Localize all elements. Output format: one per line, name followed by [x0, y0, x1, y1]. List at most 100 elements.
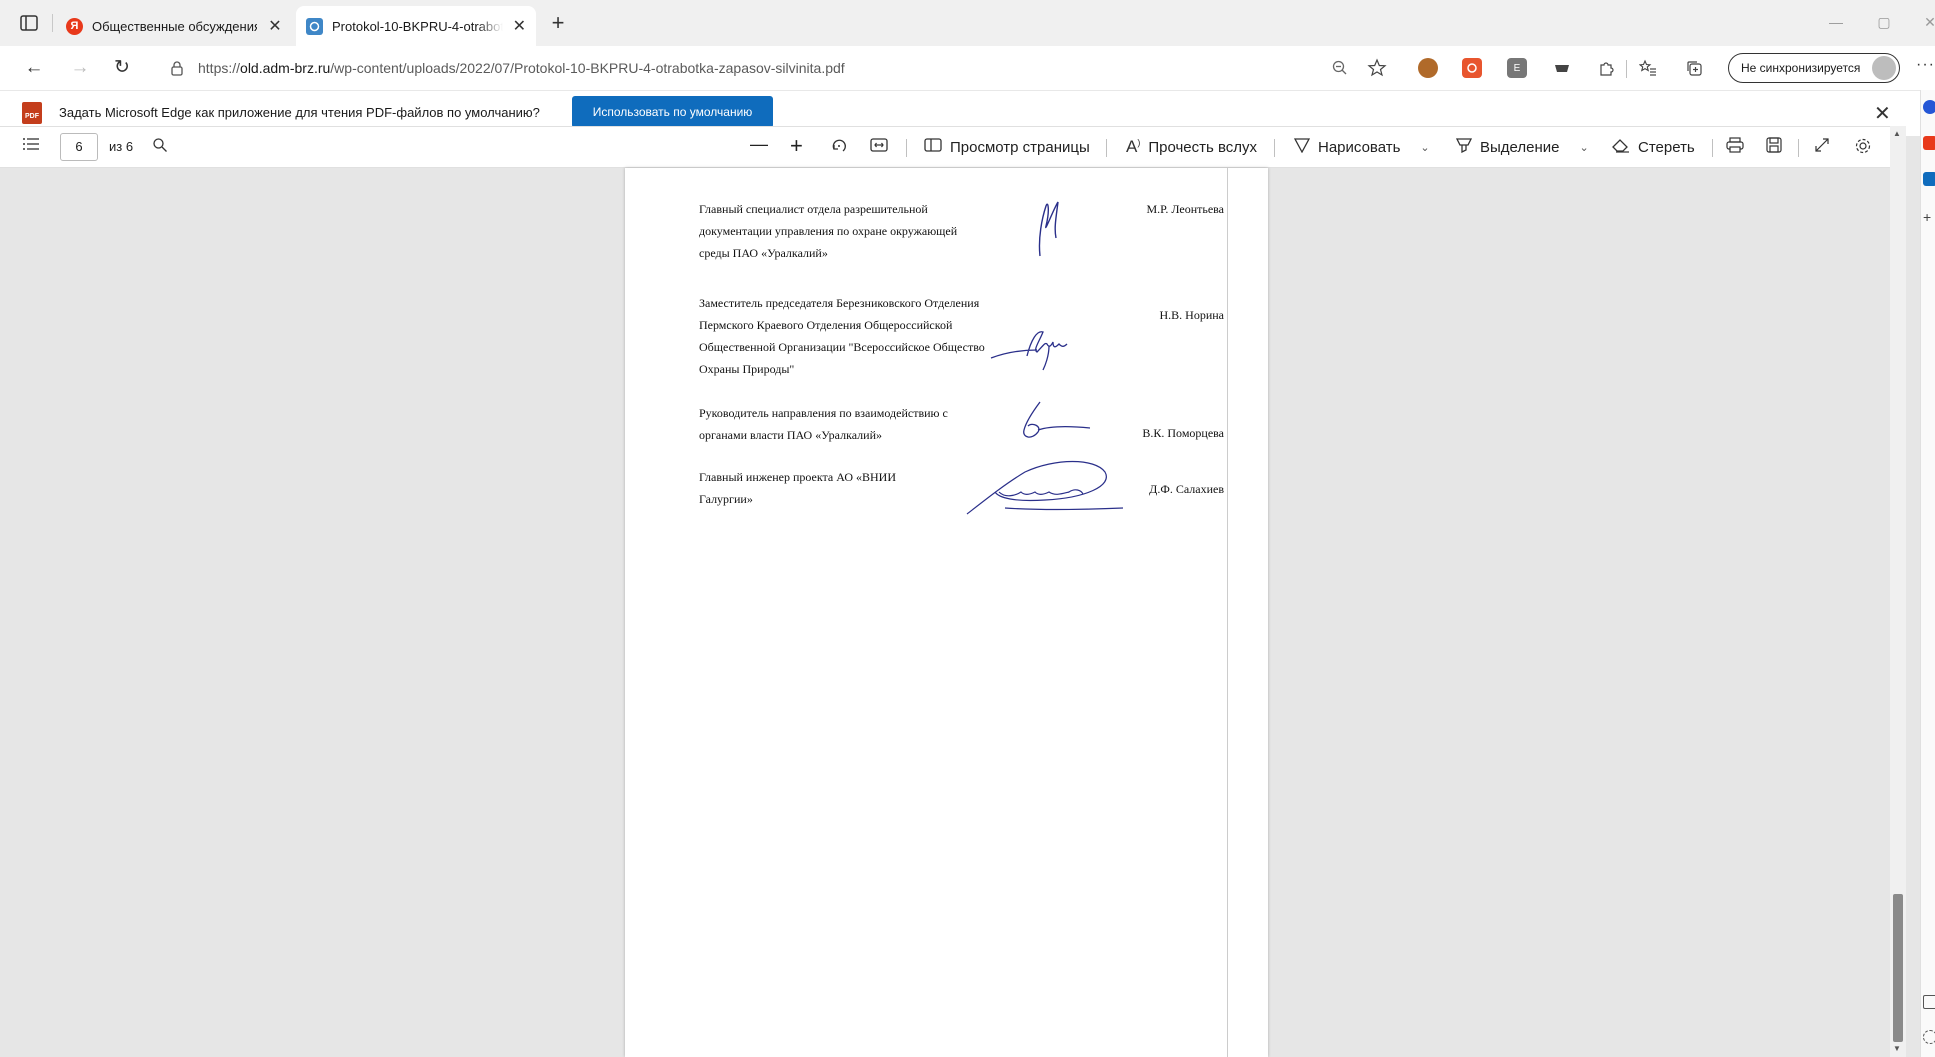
signatory-name: Н.В. Норина [1159, 308, 1224, 322]
signatory-role: Руководитель направления по взаимодейств… [699, 406, 948, 442]
zoom-out-button[interactable]: — [750, 134, 768, 155]
page-view-icon [924, 137, 942, 158]
forward-arrow-icon[interactable]: → [68, 56, 92, 80]
profile-sync-label: Не синхронизируется [1741, 61, 1861, 75]
toolbar-separator [1626, 60, 1627, 78]
table-of-contents-icon[interactable] [22, 137, 40, 151]
search-icon[interactable] [152, 137, 168, 153]
pdf-toolbar: 6 из 6 — + Просмотр страницы A) Прочесть… [0, 126, 1890, 168]
pdf-file-icon: PDF [22, 102, 42, 124]
collections-icon[interactable] [1684, 58, 1704, 78]
site-info-icon[interactable] [168, 59, 186, 77]
pdf-page: Главный специалист отдела разрешительной… [625, 168, 1268, 1057]
signatory-row: Руководитель направления по взаимодейств… [625, 402, 1268, 462]
draw-button[interactable]: Нарисовать ⌄ [1293, 137, 1430, 158]
extension-icon-1[interactable] [1418, 58, 1438, 78]
scroll-down-arrow-icon[interactable]: ▼ [1893, 1044, 1901, 1053]
navigation-bar: ← → ↻ https://old.adm-brz.ru/wp-content/… [0, 46, 1935, 90]
page-total: из 6 [109, 139, 134, 154]
signatory-name: В.К. Поморцева [1142, 426, 1224, 440]
extension-icon-2[interactable] [1462, 58, 1482, 78]
draw-label: Нарисовать [1318, 139, 1401, 156]
tab-title: Общественные обсуждения — [92, 18, 257, 34]
pdf-tab-icon [306, 17, 323, 35]
sidebar-outlook-icon[interactable] [1923, 172, 1935, 186]
toolbar-separator [1274, 139, 1275, 157]
fullscreen-icon[interactable] [1814, 137, 1830, 153]
read-aloud-label: Прочесть вслух [1148, 138, 1258, 156]
pdf-viewer[interactable]: Главный специалист отдела разрешительной… [0, 168, 1890, 1057]
profile-sync-button[interactable]: Не синхронизируется [1728, 53, 1900, 83]
browser-window: Я Общественные обсуждения — ✕ Protokol-1… [0, 0, 1935, 1057]
highlight-label: Выделение [1480, 139, 1560, 156]
signatory-role: Заместитель председателя Березниковского… [699, 296, 985, 376]
extension-icon-3[interactable]: E [1507, 58, 1527, 78]
sidebar-add-icon[interactable]: + [1923, 210, 1935, 224]
scrollbar-thumb[interactable] [1893, 894, 1903, 1042]
erase-label: Стереть [1638, 139, 1695, 156]
eraser-icon [1612, 137, 1630, 158]
print-icon[interactable] [1726, 137, 1744, 153]
sidebar-office-icon[interactable] [1923, 136, 1935, 150]
toolbar-separator [906, 139, 907, 157]
erase-button[interactable]: Стереть [1612, 137, 1695, 158]
restore-button[interactable]: ▢ [1874, 14, 1894, 31]
sidebar-settings-icon[interactable] [1923, 1030, 1935, 1044]
signature-1 [1038, 201, 1059, 257]
avatar [1872, 56, 1896, 80]
tab-pdf-document[interactable]: Protokol-10-BKPRU-4-otrabotka-zapasov-si… [296, 6, 536, 46]
settings-gear-icon[interactable] [1854, 137, 1872, 155]
edge-sidebar: + [1920, 90, 1935, 1057]
zoom-in-button[interactable]: + [790, 133, 803, 159]
signatory-row: Заместитель председателя Березниковского… [625, 292, 1268, 388]
new-tab-button[interactable]: + [546, 12, 570, 34]
chevron-down-icon[interactable]: ⌄ [1420, 141, 1429, 154]
close-window-button[interactable]: ✕ [1920, 14, 1935, 31]
yandex-icon: Я [66, 17, 83, 35]
more-options-icon[interactable]: ··· [1916, 56, 1935, 74]
back-arrow-icon[interactable]: ← [22, 56, 46, 80]
favorites-list-icon[interactable] [1638, 58, 1658, 78]
address-bar[interactable]: https://old.adm-brz.ru/wp-content/upload… [150, 52, 1405, 84]
chevron-down-icon[interactable]: ⌄ [1579, 141, 1588, 154]
tab-separator [52, 14, 53, 32]
close-tab-icon[interactable]: ✕ [267, 16, 283, 36]
signatory-row: Главный специалист отдела разрешительной… [625, 198, 1268, 268]
infobar-message: Задать Microsoft Edge как приложение для… [59, 105, 540, 120]
toolbar-separator [1712, 139, 1713, 157]
tab-title: Protokol-10-BKPRU-4-otrabotka-zapasov-si… [332, 18, 503, 34]
vertical-scrollbar[interactable]: ▲ ▼ [1890, 126, 1906, 1057]
read-aloud-button[interactable]: A) Прочесть вслух [1126, 137, 1257, 157]
highlighter-icon [1455, 137, 1473, 158]
page-view-button[interactable]: Просмотр страницы [924, 137, 1090, 158]
refresh-icon[interactable]: ↻ [110, 56, 134, 80]
tab-actions-icon[interactable] [18, 12, 40, 34]
signatory-name: М.Р. Леонтьева [1146, 202, 1224, 216]
sidebar-hide-icon[interactable] [1923, 995, 1935, 1009]
set-default-button[interactable]: Использовать по умолчанию [572, 96, 773, 128]
signature-3 [1023, 401, 1091, 438]
minimize-button[interactable]: — [1826, 14, 1846, 30]
close-infobar-icon[interactable]: ✕ [1874, 101, 1891, 126]
zoom-icon[interactable] [1328, 56, 1352, 80]
tab-public-hearings[interactable]: Я Общественные обсуждения — ✕ [56, 6, 293, 46]
toolbar-separator [1798, 139, 1799, 157]
scroll-up-arrow-icon[interactable]: ▲ [1893, 129, 1901, 138]
draw-pen-icon [1293, 137, 1311, 158]
sidebar-search-icon[interactable] [1923, 100, 1935, 114]
fit-to-width-icon[interactable] [870, 137, 888, 153]
extensions-puzzle-icon[interactable] [1596, 58, 1616, 78]
rotate-icon[interactable] [830, 137, 848, 155]
signatory-name: Д.Ф. Салахиев [1149, 482, 1224, 496]
close-tab-icon[interactable]: ✕ [513, 16, 526, 36]
highlight-button[interactable]: Выделение ⌄ [1455, 137, 1589, 158]
page-view-label: Просмотр страницы [950, 139, 1090, 156]
signatory-row: Главный инженер проекта АО «ВНИИ Галурги… [625, 466, 1268, 526]
page-number-input[interactable]: 6 [60, 133, 98, 161]
favorite-star-icon[interactable] [1365, 56, 1389, 80]
read-aloud-icon: A) [1126, 137, 1141, 156]
save-icon[interactable] [1766, 137, 1782, 153]
signature-2 [990, 331, 1068, 371]
signature-4 [966, 460, 1124, 515]
extension-icon-4[interactable] [1552, 58, 1572, 78]
